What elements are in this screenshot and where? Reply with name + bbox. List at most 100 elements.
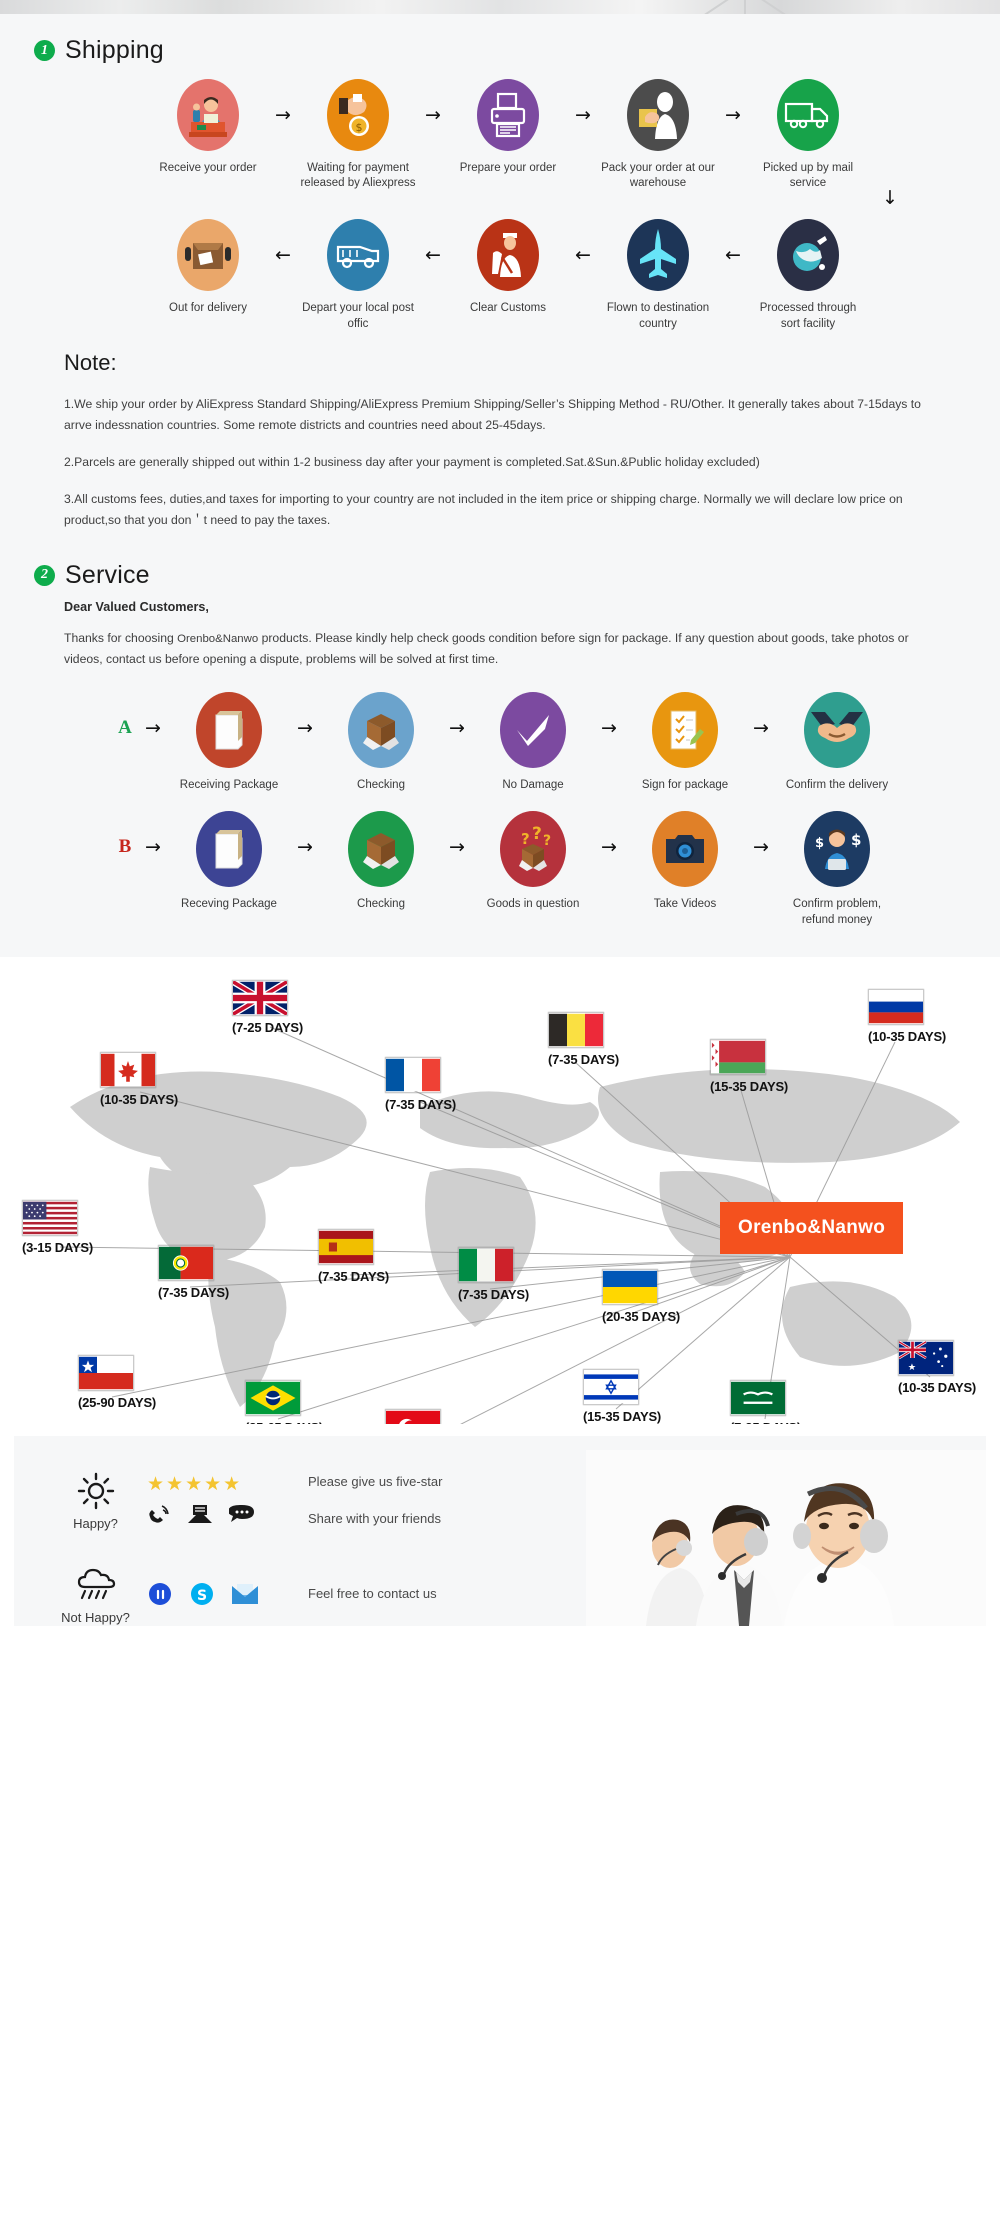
- destination-turkey: (20-40 DAYS): [385, 1408, 463, 1424]
- brazil-flag: [245, 1379, 301, 1416]
- delivery-days: (3-15 DAYS): [22, 1239, 94, 1255]
- package-box-icon: [196, 692, 262, 769]
- shipping-section-header: 1 Shipping: [0, 14, 1000, 69]
- delivery-days: (7-35 DAYS): [385, 1096, 457, 1112]
- flow-arrow-right-icon: →: [601, 836, 617, 859]
- shipping-step-label: Picked up by mail service: [762, 162, 854, 190]
- message-five-star: Please give us five-star: [308, 1473, 443, 1489]
- flow-arrow-right-icon: →: [297, 836, 313, 859]
- flow-label-b: B: [118, 836, 132, 858]
- skype-icon[interactable]: S: [189, 1581, 215, 1607]
- delivery-days: (7-35 DAYS): [730, 1420, 801, 1424]
- destination-portugal: (7-35 DAYS): [158, 1244, 230, 1300]
- shipping-step-picked-up: Picked up by mail service: [750, 79, 866, 191]
- unhappy-icons-column: S: [143, 1581, 308, 1607]
- world-map-graphic: [59, 1026, 960, 1424]
- chat-bubble-icon[interactable]: [229, 1504, 255, 1524]
- service-step-label: Receiving Package: [179, 779, 279, 792]
- note-paragraph-2: 2.Parcels are generally shipped out with…: [64, 454, 760, 469]
- shipping-step-label: Prepare your order: [459, 162, 557, 174]
- worldwide-shipping-map: Orenbo&Nanwo (7-25 DAYS) (10-35 DAYS) (7…: [0, 953, 1000, 1424]
- portugal-flag: [158, 1244, 214, 1281]
- flow-arrow-right-icon: →: [725, 104, 741, 126]
- delivery-days: (7-35 DAYS): [158, 1284, 230, 1300]
- phone-ring-icon[interactable]: [147, 1503, 171, 1525]
- uk-flag: [232, 979, 288, 1016]
- mood-not-happy-label: Not Happy?: [61, 1609, 130, 1625]
- turkey-flag: [385, 1408, 441, 1424]
- happy-contact-icons: [147, 1503, 308, 1525]
- shipping-step-label: Waiting for payment released by Aliexpre…: [300, 162, 416, 190]
- section-number-badge: 2: [34, 564, 55, 586]
- shipping-service-panel: 1 Shipping Receive your order → $ Waitin…: [0, 14, 1000, 954]
- saudi-arabia-flag: [730, 1379, 786, 1416]
- note-paragraph-3: 3.All customs fees, duties,and taxes for…: [64, 491, 903, 527]
- feedback-section: Happy? ★★★★★ Please give us five-star Sh…: [14, 1435, 986, 1626]
- israel-flag: [583, 1368, 639, 1405]
- flow-arrow-left-icon: ←: [575, 244, 591, 267]
- destination-brazil: (25-65 DAYS): [245, 1379, 323, 1424]
- destination-belarus: (15-35 DAYS): [710, 1038, 789, 1094]
- five-star-rating[interactable]: ★★★★★: [147, 1474, 308, 1494]
- envelope-message-icon[interactable]: [187, 1504, 213, 1524]
- service-step-label: Checking: [357, 779, 405, 792]
- svg-text:$: $: [851, 831, 861, 849]
- customer-order-icon: [177, 79, 239, 151]
- checkmark-icon: [500, 692, 566, 769]
- messenger-icon[interactable]: [147, 1581, 173, 1607]
- package-box-icon: [196, 811, 262, 888]
- destination-belgium: (7-35 DAYS): [548, 1011, 619, 1067]
- handshake-icon: [804, 692, 870, 769]
- flow-arrow-right-icon: →: [145, 836, 161, 859]
- mood-not-happy: Not Happy?: [48, 1563, 143, 1625]
- svg-text:?: ?: [532, 826, 542, 844]
- service-step-a-no-damage: No Damage: [472, 692, 594, 793]
- shipping-step-pack-order: Pack your order at our warehouse: [600, 79, 716, 191]
- svg-text:?: ?: [521, 830, 530, 848]
- email-envelope-icon[interactable]: [231, 1583, 259, 1605]
- destination-israel: (15-35 DAYS): [583, 1368, 661, 1424]
- shipping-step-receive-order: Receive your order: [150, 79, 266, 176]
- service-step-label: No Damage: [502, 779, 564, 792]
- shipping-step-label: Receive your order: [159, 162, 257, 174]
- flow-label-a: A: [118, 717, 132, 739]
- delivery-days: (7-35 DAYS): [458, 1286, 530, 1302]
- open-parcel-icon: [177, 219, 239, 292]
- tripod-legs-icon: [704, 0, 786, 14]
- france-flag: [385, 1056, 441, 1093]
- shipping-flow-row-2: Out for delivery ← Depart your local pos…: [0, 209, 1000, 331]
- delivery-days: (10-35 DAYS): [100, 1091, 179, 1107]
- ukraine-flag: [602, 1268, 658, 1305]
- service-intro-block: Dear Valued Customers, Thanks for choosi…: [0, 594, 1000, 671]
- service-step-label: Checking: [357, 898, 405, 911]
- svg-text:?: ?: [543, 833, 551, 849]
- shipping-step-label: Out for delivery: [169, 302, 247, 315]
- delivery-days: (15-35 DAYS): [710, 1078, 789, 1094]
- unhappy-contact-icons: S: [147, 1581, 308, 1607]
- service-step-b-confirm-refund: $ $ Confirm problem, refund money: [776, 811, 898, 927]
- shipping-step-label: Clear Customs: [469, 302, 547, 315]
- shipping-step-label: Processed through sort facility: [759, 302, 857, 330]
- open-carton-icon: [348, 811, 414, 888]
- mood-happy-label: Happy?: [73, 1515, 118, 1531]
- service-step-label: Confirm problem, refund money: [792, 898, 882, 926]
- service-step-b-goods-in-question: ? ? ? Goods in question: [472, 811, 594, 912]
- destination-united-kingdom: (7-25 DAYS): [232, 979, 303, 1035]
- flow-arrow-right-icon: →: [753, 836, 769, 859]
- italy-flag: [458, 1246, 514, 1283]
- service-thanks-paragraph: Thanks for choosing Orenbo&Nanwo product…: [64, 628, 936, 671]
- destination-canada: (10-35 DAYS): [100, 1051, 179, 1107]
- destination-australia: (10-35 DAYS): [898, 1339, 976, 1395]
- camera-icon: [652, 811, 718, 888]
- rain-cloud-icon: [48, 1563, 143, 1607]
- spain-flag: [318, 1228, 374, 1265]
- svg-text:S: S: [197, 1588, 207, 1604]
- shipping-step-flown-to-destination: Flown to destination country: [600, 219, 716, 331]
- service-step-b-take-videos: Take Videos: [624, 811, 746, 912]
- flow-arrow-right-icon: →: [275, 104, 291, 126]
- flow-arrow-left-icon: ←: [725, 244, 741, 267]
- flow-arrow-left-icon: ←: [275, 244, 291, 267]
- unhappy-messages: Feel free to contact us: [308, 1586, 437, 1601]
- delivery-days: (7-35 DAYS): [318, 1268, 390, 1284]
- canada-flag: [100, 1051, 156, 1088]
